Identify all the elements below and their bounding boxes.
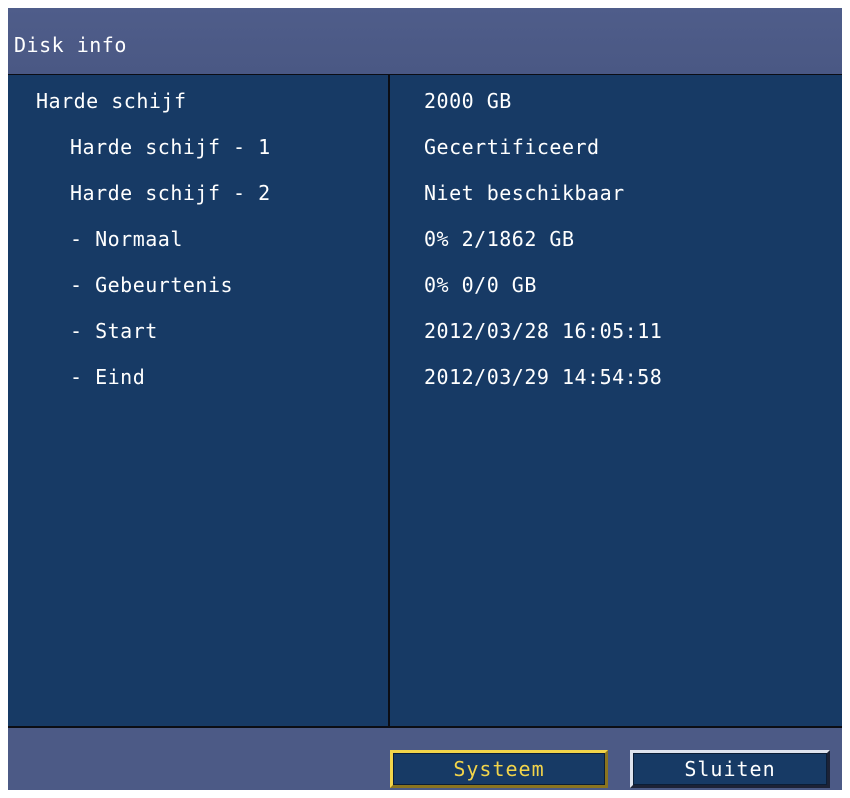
row-label: Harde schijf - 1 [70, 135, 271, 159]
sluiten-button[interactable]: Sluiten [630, 750, 830, 788]
info-row-harde-schijf: Harde schijf 2000 GB [8, 81, 842, 127]
row-value: Gecertificeerd [424, 135, 600, 159]
row-value: 0% 0/0 GB [424, 273, 537, 297]
row-value: 2012/03/29 14:54:58 [424, 365, 663, 389]
disk-info-dialog: Disk info Harde schijf 2000 GB Harde sch… [8, 8, 842, 790]
info-row-normaal: - Normaal 0% 2/1862 GB [8, 219, 842, 265]
row-label: - Gebeurtenis [70, 273, 234, 297]
info-row-gebeurtenis: - Gebeurtenis 0% 0/0 GB [8, 265, 842, 311]
row-value: 2000 GB [424, 89, 512, 113]
info-row-eind: - Eind 2012/03/29 14:54:58 [8, 357, 842, 403]
dialog-footer: Systeem Sluiten [8, 728, 842, 790]
row-label: - Start [70, 319, 158, 343]
disk-info-panel: Harde schijf 2000 GB Harde schijf - 1 Ge… [8, 74, 842, 728]
dialog-title: Disk info [14, 33, 127, 57]
info-row-harde-schijf-1: Harde schijf - 1 Gecertificeerd [8, 127, 842, 173]
row-label: - Normaal [70, 227, 183, 251]
systeem-button[interactable]: Systeem [390, 750, 608, 788]
row-label: Harde schijf - 2 [70, 181, 271, 205]
title-bar: Disk info [8, 8, 842, 74]
info-row-start: - Start 2012/03/28 16:05:11 [8, 311, 842, 357]
row-value: Niet beschikbaar [424, 181, 625, 205]
row-value: 0% 2/1862 GB [424, 227, 575, 251]
info-row-harde-schijf-2: Harde schijf - 2 Niet beschikbaar [8, 173, 842, 219]
row-label: Harde schijf [36, 89, 187, 113]
row-label: - Eind [70, 365, 146, 389]
row-value: 2012/03/28 16:05:11 [424, 319, 663, 343]
